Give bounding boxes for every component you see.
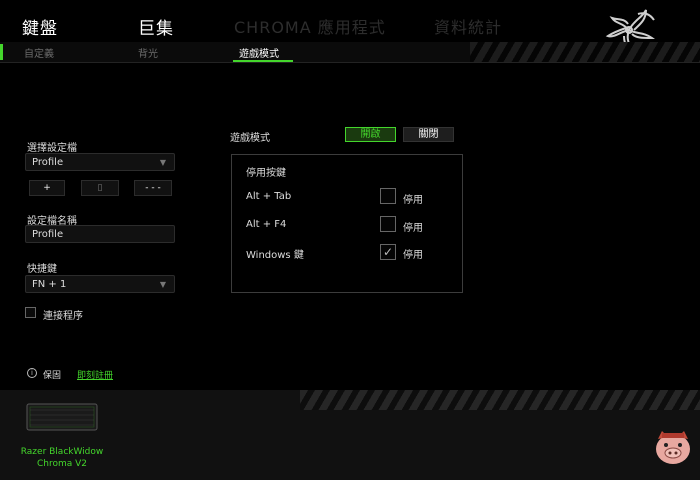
alt-f4-checkbox[interactable] — [380, 216, 396, 232]
gaming-mode-label: 遊戲模式 — [230, 133, 270, 144]
windows-key-checkbox[interactable]: ✓ — [380, 244, 396, 260]
subtab-lighting[interactable]: 背光 — [138, 45, 158, 60]
device-bar-stripe-decoration — [300, 390, 700, 410]
subtab-customize[interactable]: 自定義 — [24, 45, 54, 60]
add-profile-button[interactable]: + — [29, 180, 65, 196]
link-program-checkbox[interactable] — [25, 307, 36, 318]
pig-mascot-watermark — [656, 431, 690, 464]
alt-tab-checkbox[interactable] — [380, 188, 396, 204]
info-icon: i — [27, 368, 37, 378]
checkmark-icon: ✓ — [382, 245, 394, 259]
subnav-stripe-decoration — [470, 42, 700, 62]
device-name: Razer BlackWidow Chroma V2 — [14, 446, 110, 470]
gaming-mode-off-button[interactable]: 關閉 — [403, 127, 454, 142]
chevron-down-icon: ▼ — [159, 280, 166, 289]
nav-chroma-apps[interactable]: CHROMA 應用程式 — [234, 14, 386, 38]
copy-profile-button[interactable]: ▯ — [81, 180, 119, 196]
gaming-mode-on-button[interactable]: 開啟 — [345, 127, 396, 142]
disabled-keys-title: 停用按鍵 — [246, 168, 286, 179]
chevron-down-icon: ▼ — [159, 158, 166, 167]
alt-f4-label: Alt + F4 — [246, 219, 287, 230]
device-name-line2: Chroma V2 — [36, 459, 88, 469]
profile-dropdown[interactable]: Profile ▼ — [25, 153, 175, 171]
windows-key-disable-label: 停用 — [403, 250, 423, 261]
profile-dropdown-value: Profile — [32, 157, 64, 168]
alt-tab-label: Alt + Tab — [246, 191, 292, 202]
warranty-label: 保固 — [43, 371, 62, 381]
device-name-line1: Razer BlackWidow — [20, 447, 104, 457]
register-link[interactable]: 即刻註冊 — [77, 368, 113, 381]
nav-keyboard[interactable]: 鍵盤 — [22, 14, 58, 39]
keyboard-device-icon[interactable] — [26, 400, 98, 436]
active-tab-indicator — [233, 60, 293, 62]
shortcut-dropdown[interactable]: FN + 1 ▼ — [25, 275, 175, 293]
windows-key-label: Windows 鍵 — [246, 250, 304, 261]
link-program-label: 連接程序 — [43, 311, 83, 322]
alt-tab-disable-label: 停用 — [403, 195, 423, 206]
shortcut-dropdown-value: FN + 1 — [32, 279, 67, 290]
more-options-button[interactable]: - - - — [134, 180, 172, 196]
shortcut-label: 快捷鍵 — [27, 264, 57, 275]
alt-f4-disable-label: 停用 — [403, 223, 423, 234]
nav-macro[interactable]: 巨集 — [138, 14, 174, 39]
nav-stats[interactable]: 資料統計 — [434, 14, 502, 38]
subtab-gaming-mode[interactable]: 遊戲模式 — [239, 45, 279, 60]
subnav-accent — [0, 44, 3, 60]
profile-name-input[interactable]: Profile — [25, 225, 175, 243]
profile-select-label: 選擇設定檔 — [27, 143, 77, 154]
